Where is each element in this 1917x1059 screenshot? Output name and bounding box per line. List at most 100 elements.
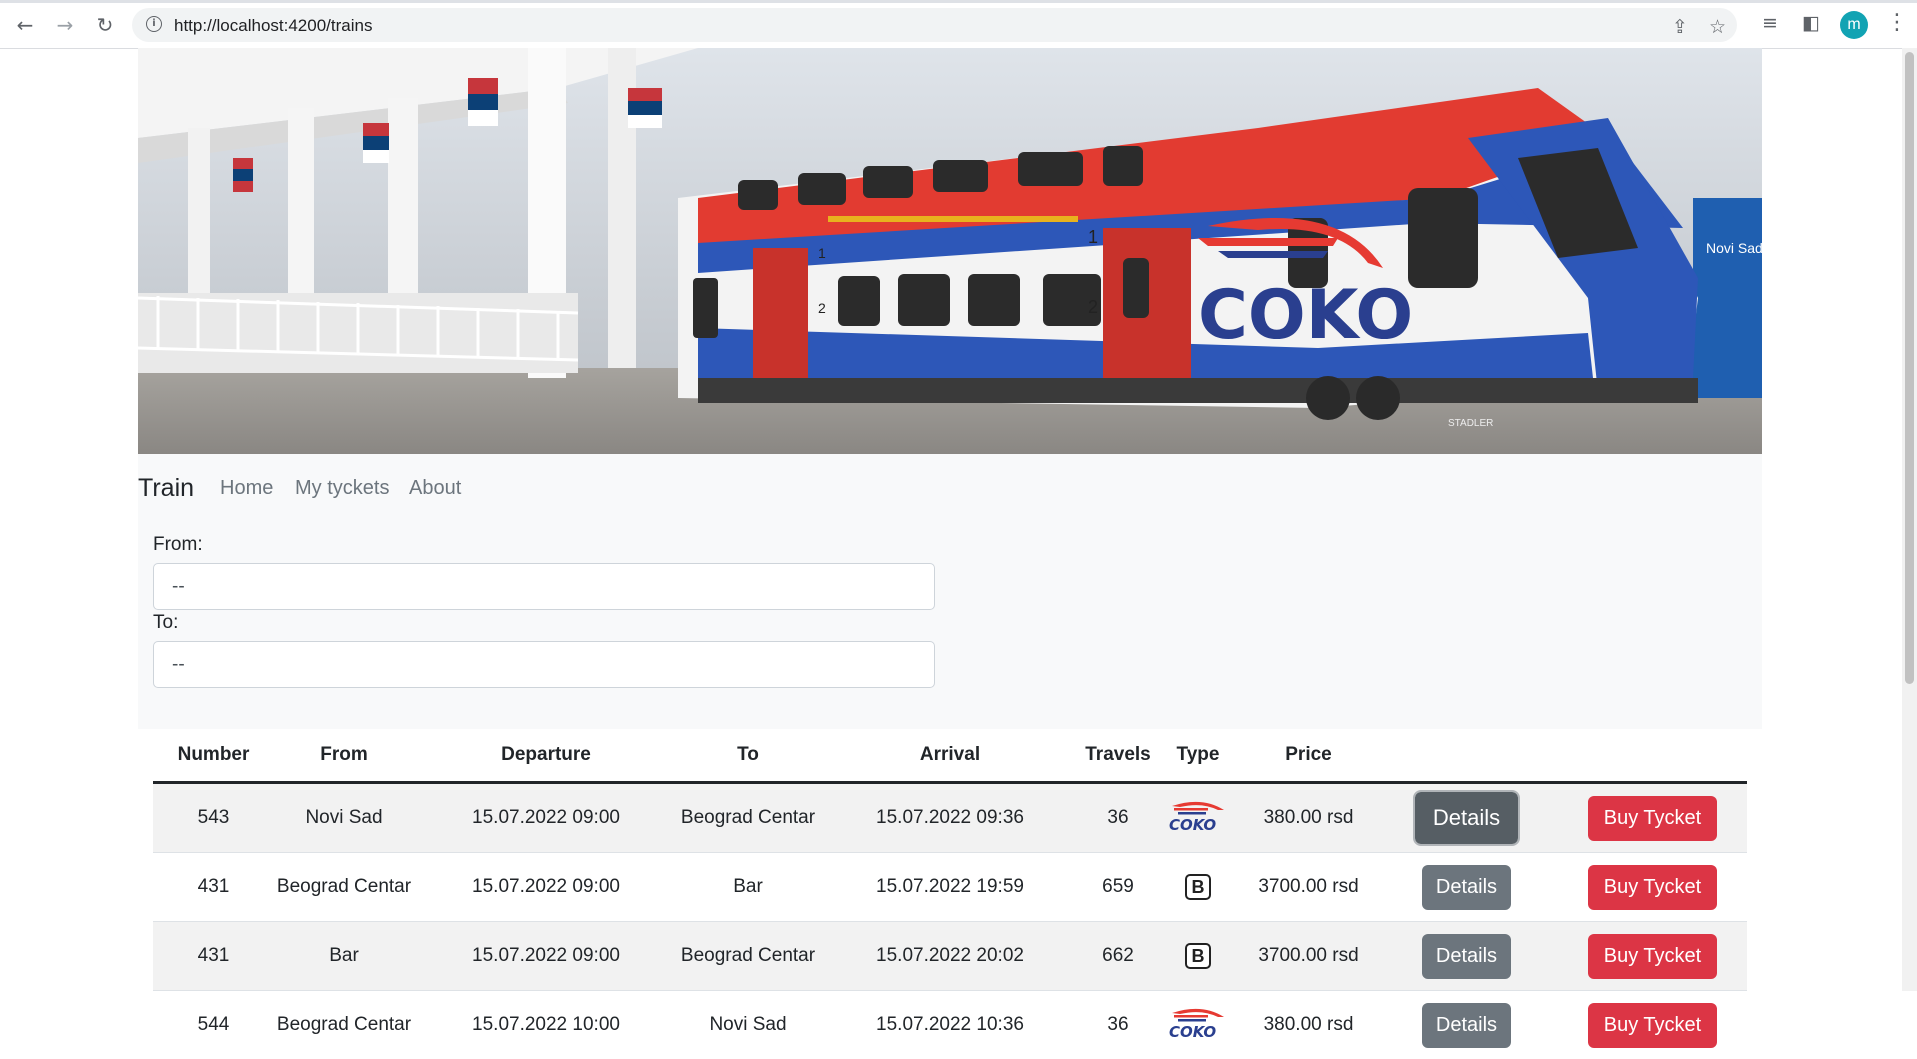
cell-to: Beograd Centar [678,922,818,991]
cell-travels: 36 [1082,783,1154,853]
coko-logo-icon: COKO [1166,798,1230,832]
address-url[interactable]: http://localhost:4200/trains [174,16,372,36]
cell-type: B [1154,853,1242,922]
train-banner-image: Novi Sad 1 2 1 2 [138,48,1762,454]
navbar: Train Home My tyckets About From: -- To:… [138,454,1762,729]
buy-tycket-button[interactable]: Buy Tycket [1588,934,1717,979]
info-icon[interactable]: i [146,16,162,32]
cell-details: Details [1375,991,1558,1059]
table-row: 544 Beograd Centar 15.07.2022 10:00 Novi… [153,991,1747,1059]
cell-type: B [1154,922,1242,991]
cell-buy: Buy Tycket [1558,991,1747,1059]
from-select-value: -- [172,576,185,597]
share-icon[interactable]: ⇪ [1672,16,1688,38]
nav-link-home[interactable]: Home [220,477,273,500]
cell-from: Beograd Centar [274,853,414,922]
sidebar-icon[interactable]: ◧ [1802,12,1820,34]
menu-icon[interactable]: ⋮ [1886,10,1908,35]
avatar[interactable]: m [1840,11,1868,39]
cell-type: COKO [1154,991,1242,1059]
details-button[interactable]: Details [1422,1003,1511,1048]
cell-number: 431 [153,922,274,991]
navbar-brand[interactable]: Train [138,474,194,503]
buy-tycket-button[interactable]: Buy Tycket [1588,865,1717,910]
header-from: From [274,729,414,783]
header-details-col [1375,729,1558,783]
cell-price: 380.00 rsd [1242,783,1375,853]
to-select-value: -- [172,654,185,675]
coko-logo-text: COKO [1169,816,1216,832]
table-row: 543 Novi Sad 15.07.2022 09:00 Beograd Ce… [153,783,1747,853]
cell-departure: 15.07.2022 09:00 [414,922,678,991]
cell-arrival: 15.07.2022 10:36 [818,991,1082,1059]
cell-details: Details [1375,853,1558,922]
coko-logo-icon: COKO [1166,1005,1230,1039]
trains-table: Number From Departure To Arrival Travels… [153,729,1747,1059]
cell-arrival: 15.07.2022 20:02 [818,922,1082,991]
scrollbar-thumb[interactable] [1905,52,1914,684]
header-type: Type [1154,729,1242,783]
nav-link-about[interactable]: About [409,477,461,500]
cell-travels: 659 [1082,853,1154,922]
from-select[interactable]: -- [153,563,935,610]
details-button[interactable]: Details [1422,865,1511,910]
header-arrival: Arrival [818,729,1082,783]
to-select[interactable]: -- [153,641,935,688]
browser-toolbar: ← → ↻ i http://localhost:4200/trains ⇪ ☆… [0,0,1917,49]
forward-icon[interactable]: → [52,12,78,38]
cell-number: 543 [153,783,274,853]
cell-buy: Buy Tycket [1558,783,1747,853]
type-b-icon: B [1185,943,1211,969]
nav-link-my-tyckets[interactable]: My tyckets [295,477,389,500]
cell-details: Details [1375,922,1558,991]
car-number-3: 1 [1088,227,1098,247]
car-number-2: 2 [818,300,826,316]
header-buy-col [1558,729,1747,783]
maker-plate: STADLER [1448,418,1493,429]
cell-to: Bar [678,853,818,922]
cell-number: 431 [153,853,274,922]
table-header-row: Number From Departure To Arrival Travels… [153,729,1747,783]
station-sign-text: Novi Sad [1706,240,1762,256]
cell-from: Bar [274,922,414,991]
reload-icon[interactable]: ↻ [92,12,118,38]
details-button[interactable]: Details [1422,934,1511,979]
tab-search-icon[interactable]: ≡ [1762,12,1778,34]
from-label: From: [153,534,203,556]
header-travels: Travels [1082,729,1154,783]
page-container: Novi Sad 1 2 1 2 [138,48,1762,454]
coko-logo-text: COKO [1169,1023,1216,1039]
car-number-1: 1 [818,245,826,261]
details-button[interactable]: Details [1415,792,1518,844]
header-number: Number [153,729,274,783]
cell-price: 3700.00 rsd [1242,853,1375,922]
cell-number: 544 [153,991,274,1059]
star-icon[interactable]: ☆ [1709,16,1726,38]
cell-departure: 15.07.2022 10:00 [414,991,678,1059]
header-price: Price [1242,729,1375,783]
table-row: 431 Bar 15.07.2022 09:00 Beograd Centar … [153,922,1747,991]
buy-tycket-button[interactable]: Buy Tycket [1588,1003,1717,1048]
header-departure: Departure [414,729,678,783]
cell-price: 3700.00 rsd [1242,922,1375,991]
table-row: 431 Beograd Centar 15.07.2022 09:00 Bar … [153,853,1747,922]
cell-buy: Buy Tycket [1558,853,1747,922]
header-to: To [678,729,818,783]
tab-strip [0,0,1917,3]
buy-tycket-button[interactable]: Buy Tycket [1588,796,1717,841]
cell-arrival: 15.07.2022 19:59 [818,853,1082,922]
to-label: To: [153,612,178,634]
coko-livery-text: COKO [1198,276,1413,355]
back-icon[interactable]: ← [12,12,38,38]
cell-departure: 15.07.2022 09:00 [414,783,678,853]
cell-price: 380.00 rsd [1242,991,1375,1059]
cell-to: Beograd Centar [678,783,818,853]
address-bar[interactable]: i http://localhost:4200/trains ⇪ ☆ [132,8,1737,42]
cell-arrival: 15.07.2022 09:36 [818,783,1082,853]
type-b-icon: B [1185,874,1211,900]
cell-travels: 662 [1082,922,1154,991]
cell-details: Details [1375,783,1558,853]
cell-to: Novi Sad [678,991,818,1059]
car-number-4: 2 [1088,297,1098,317]
cell-from: Beograd Centar [274,991,414,1059]
